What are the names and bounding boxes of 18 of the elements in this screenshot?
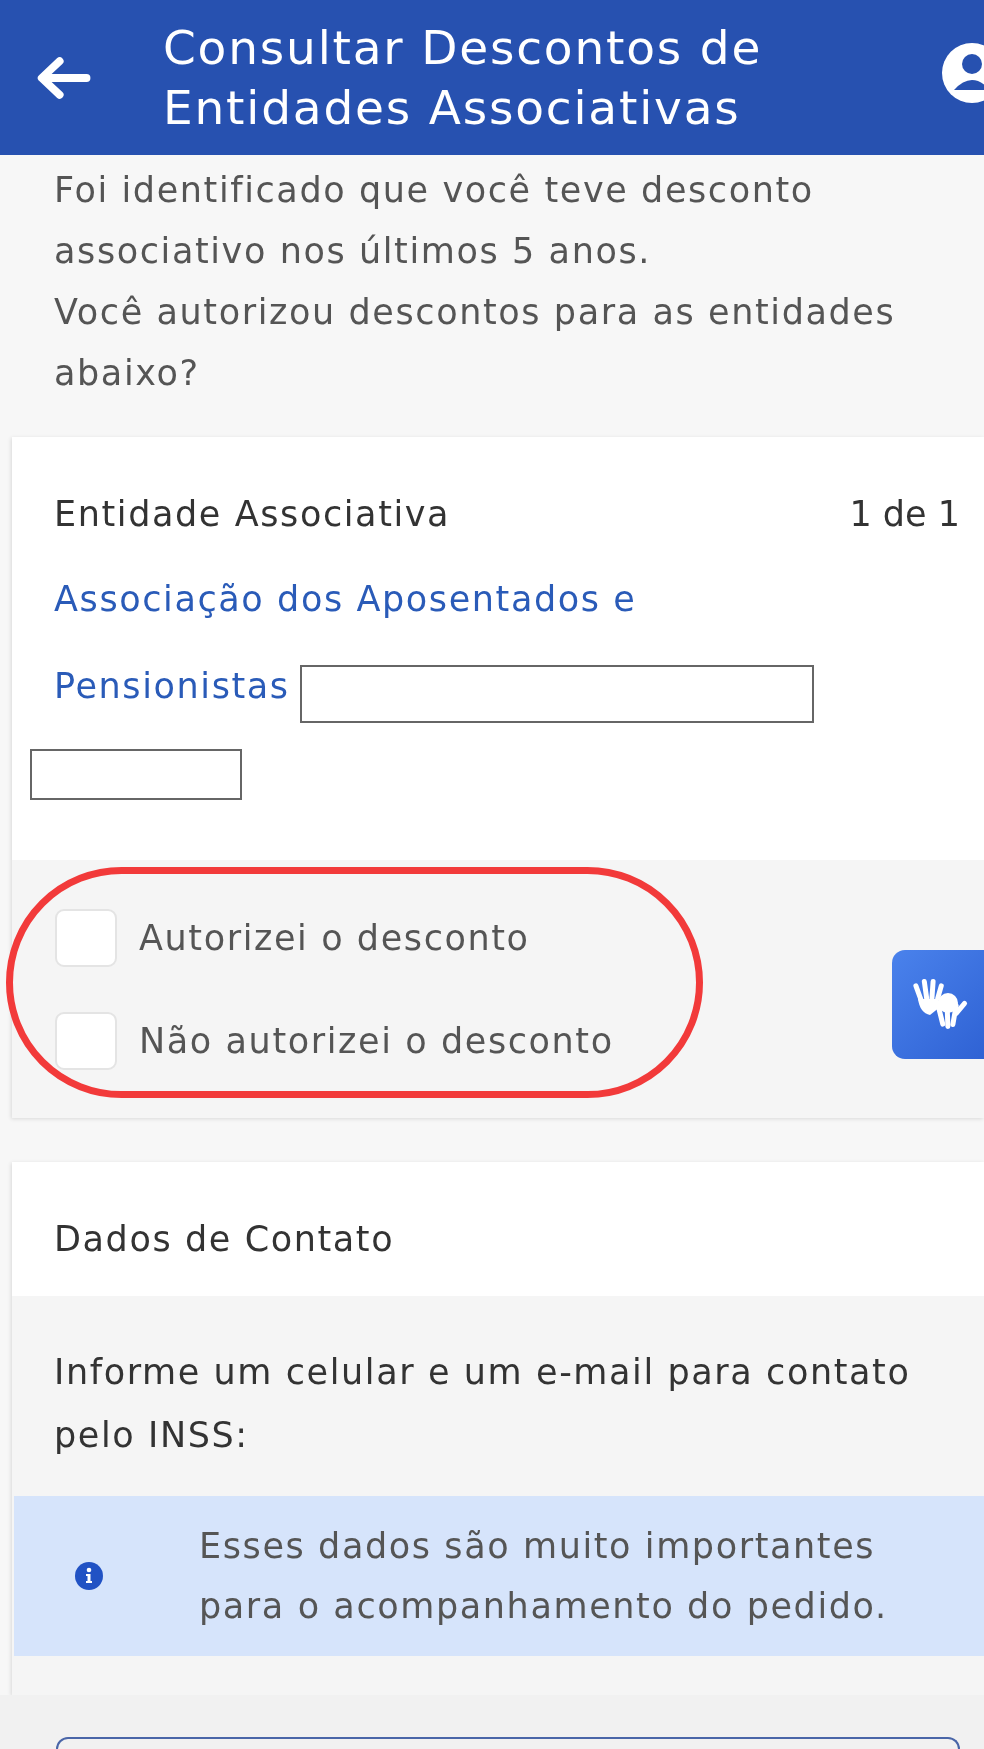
contact-prompt: Informe um celular e um e-mail para contato pelo INSS: <box>53 1351 912 1457</box>
entity-counter: 1 de 1 <box>849 493 960 536</box>
outline-button[interactable] <box>56 1737 960 1749</box>
back-arrow-icon <box>35 54 91 101</box>
sign-language-button[interactable] <box>892 950 984 1059</box>
checkbox-label[interactable]: Autorizei o desconto <box>139 918 530 958</box>
intro-text: Você autorizou descontos para as entidades abaixo? <box>54 291 897 395</box>
checkbox[interactable] <box>55 1012 117 1070</box>
checkbox[interactable] <box>55 909 117 967</box>
page-title: Consultar Descontos de Entidades Associativas <box>163 18 764 137</box>
notice-text: Esses dados são muito importantes para o acompanhamento do pedido. <box>199 1525 889 1628</box>
card-heading: Entidade Associativa <box>54 493 451 536</box>
user-icon[interactable] <box>940 42 984 104</box>
info-icon <box>75 1562 103 1590</box>
card-heading: Dados de Contato <box>54 1219 395 1259</box>
intro-text: Foi identificado que você teve desconto associativo nos últimos 5 anos. <box>54 169 815 273</box>
checkbox-label[interactable]: Não autorizei o desconto <box>139 1021 614 1061</box>
entity-name: Associação dos Aposentados e Pensionistas <box>54 579 637 706</box>
